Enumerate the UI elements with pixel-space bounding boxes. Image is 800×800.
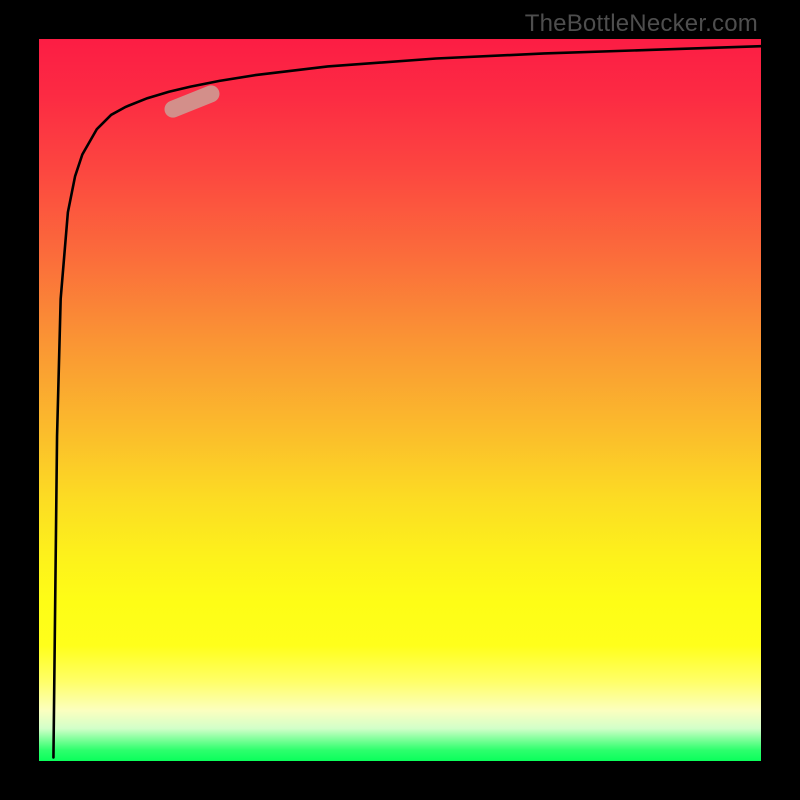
watermark-text: TheBottleNecker.com [525,10,758,38]
plot-gradient-area [39,39,761,761]
chart-container: TheBottleNecker.com [0,0,800,800]
